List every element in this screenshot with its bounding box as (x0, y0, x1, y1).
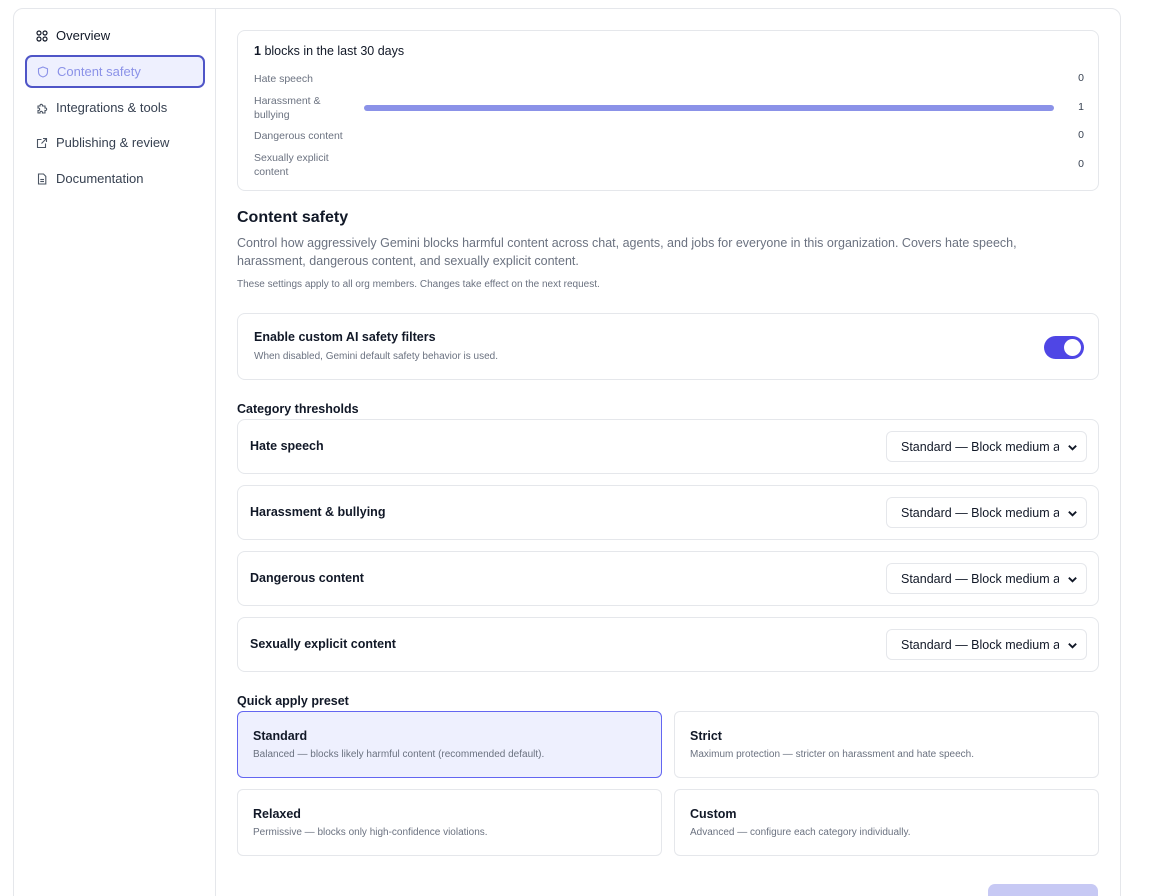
toggle-title: Enable custom AI safety filters (254, 330, 436, 344)
threshold-select-value: Standard — Block medium and above (901, 572, 1059, 586)
stat-label: Sexually explicit content (254, 152, 329, 178)
stats-title: 1 blocks in the last 30 days (254, 44, 404, 58)
preset-description: Permissive — blocks only high-confidence… (253, 827, 488, 838)
stat-count: 0 (1078, 158, 1084, 170)
main-content: 1 blocks in the last 30 days Hate speech… (237, 9, 1099, 896)
stat-label: Dangerous content (254, 130, 343, 142)
shield-icon (37, 65, 49, 78)
blocks-stats-card: 1 blocks in the last 30 days Hate speech… (237, 30, 1099, 191)
sidebar-item-documentation[interactable]: Documentation (25, 162, 205, 195)
puzzle-icon (36, 102, 48, 114)
toggle-subtitle: When disabled, Gemini default safety beh… (254, 351, 499, 362)
stat-bar-fill (364, 105, 1054, 111)
threshold-row-hate-speech: Hate speech Standard — Block medium and … (237, 419, 1099, 474)
stat-count: 0 (1078, 72, 1084, 84)
preset-name: Relaxed (253, 807, 301, 821)
page-description: Control how aggressively Gemini blocks h… (237, 236, 1017, 268)
chevron-down-icon (1068, 511, 1077, 517)
quick-preset-heading: Quick apply preset (237, 694, 349, 708)
preset-strict[interactable]: Strict Maximum protection — stricter on … (674, 711, 1099, 778)
preset-description: Balanced — blocks likely harmful content… (253, 749, 545, 760)
preset-standard[interactable]: Standard Balanced — blocks likely harmfu… (237, 711, 662, 778)
sidebar: Overview Content safety Integrations & t… (14, 9, 216, 896)
page-note: These settings apply to all org members.… (237, 279, 600, 290)
threshold-row-harassment: Harassment & bullying Standard — Block m… (237, 485, 1099, 540)
preset-name: Custom (690, 807, 737, 821)
stat-label: Harassment & bullying (254, 95, 321, 121)
chevron-down-icon (1068, 445, 1077, 451)
document-icon (36, 172, 48, 185)
threshold-label: Hate speech (250, 439, 324, 453)
sidebar-item-publishing[interactable]: Publishing & review (25, 126, 205, 159)
stats-count: 1 (254, 44, 261, 58)
stats-title-text: blocks in the last 30 days (264, 44, 405, 58)
external-link-icon (36, 137, 48, 149)
custom-filters-toggle[interactable] (1044, 336, 1084, 359)
category-thresholds-heading: Category thresholds (237, 402, 359, 416)
sidebar-item-label: Publishing & review (56, 135, 170, 150)
stat-bar (364, 162, 1054, 168)
settings-panel: Overview Content safety Integrations & t… (13, 8, 1121, 896)
preset-custom[interactable]: Custom Advanced — configure each categor… (674, 789, 1099, 856)
toggle-knob (1064, 339, 1081, 356)
save-button[interactable] (988, 884, 1098, 896)
preset-relaxed[interactable]: Relaxed Permissive — blocks only high-co… (237, 789, 662, 856)
stat-row: Harassment & bullying 1 (254, 94, 1084, 122)
sidebar-item-label: Overview (56, 28, 111, 43)
chevron-down-icon (1068, 577, 1077, 583)
threshold-label: Dangerous content (250, 571, 364, 585)
threshold-select-value: Standard — Block medium and above (901, 440, 1059, 454)
preset-name: Standard (253, 729, 308, 743)
threshold-select[interactable]: Standard — Block medium and above (886, 629, 1087, 660)
stat-label: Hate speech (254, 73, 313, 85)
threshold-label: Harassment & bullying (250, 505, 386, 519)
stat-bar (364, 76, 1054, 82)
threshold-select[interactable]: Standard — Block medium and above (886, 497, 1087, 528)
threshold-select[interactable]: Standard — Block medium and above (886, 563, 1087, 594)
chevron-down-icon (1068, 643, 1077, 649)
threshold-select-value: Standard — Block medium and above (901, 506, 1059, 520)
threshold-label: Sexually explicit content (250, 637, 396, 651)
threshold-select[interactable]: Standard — Block medium and above (886, 431, 1087, 462)
sidebar-item-label: Integrations & tools (56, 100, 168, 115)
stat-count: 1 (1078, 101, 1084, 113)
threshold-select-value: Standard — Block medium and above (901, 638, 1059, 652)
sidebar-item-integrations[interactable]: Integrations & tools (25, 91, 205, 124)
custom-filters-card: Enable custom AI safety filters When dis… (237, 313, 1099, 380)
page-title: Content safety (237, 209, 349, 226)
sidebar-item-content-safety[interactable]: Content safety (25, 55, 205, 88)
preset-name: Strict (690, 729, 722, 743)
preset-description: Advanced — configure each category indiv… (690, 827, 911, 838)
sidebar-item-overview[interactable]: Overview (25, 19, 205, 52)
stat-bar (364, 105, 1054, 111)
sidebar-item-label: Documentation (56, 171, 144, 186)
threshold-row-sexually-explicit: Sexually explicit content Standard — Blo… (237, 617, 1099, 672)
grid-icon (36, 29, 48, 42)
threshold-row-dangerous: Dangerous content Standard — Block mediu… (237, 551, 1099, 606)
stat-count: 0 (1078, 129, 1084, 141)
preset-description: Maximum protection — stricter on harassm… (690, 749, 975, 760)
sidebar-item-label: Content safety (57, 64, 141, 79)
stat-bar (364, 133, 1054, 139)
stat-row: Sexually explicit content 0 (254, 151, 1084, 179)
